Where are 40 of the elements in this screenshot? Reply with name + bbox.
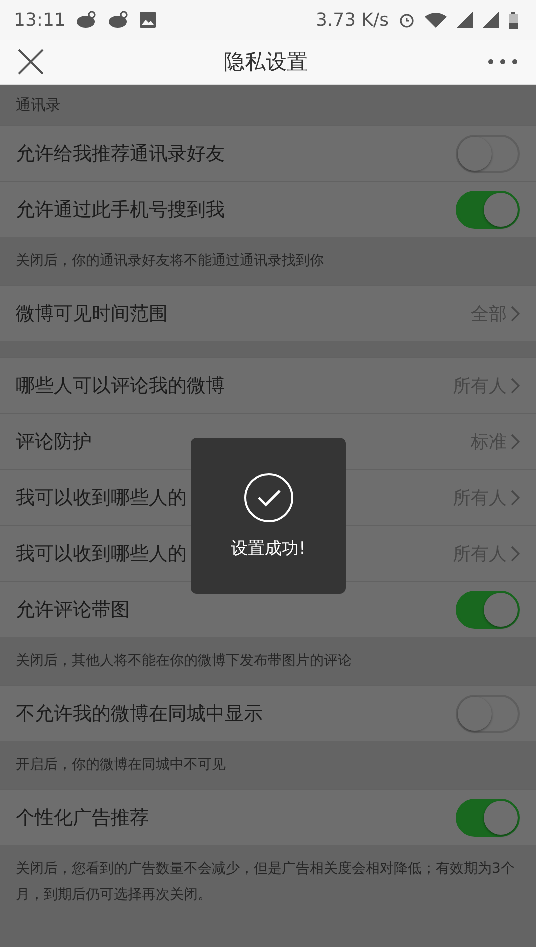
app-icon [108, 11, 130, 29]
setting-label: 允许评论带图 [16, 598, 130, 622]
toggle-switch[interactable] [456, 694, 520, 732]
chevron-icon [511, 490, 520, 506]
chevron-icon [511, 378, 520, 394]
setting-label: 不允许我的微博在同城中显示 [16, 702, 263, 726]
hint-text: 关闭后，你的通讯录好友将不能通过通讯录找到你 [15, 252, 325, 271]
setting-label: 我可以收到哪些人的 [16, 486, 187, 510]
chevron-icon [511, 434, 520, 450]
section-header: 通讯录 [16, 96, 61, 114]
toggle-switch[interactable] [456, 590, 520, 628]
image-icon [140, 12, 156, 28]
hint-text: 关闭后，您看到的广告数量不会减少，但是广告相关度会相对降低；有效期为3个月，到期后仍可选择再次关闭。 [15, 860, 516, 905]
chevron-icon [511, 546, 520, 562]
toast-message: 设置成功! [231, 538, 306, 560]
app-icon [76, 11, 98, 29]
wifi-icon [425, 12, 447, 28]
battery-icon [509, 12, 518, 28]
signal-icon [483, 12, 499, 28]
check-icon [244, 472, 294, 522]
alarm-icon [399, 12, 415, 28]
close-icon[interactable] [18, 49, 44, 75]
setting-label: 允许给我推荐通讯录好友 [16, 142, 225, 166]
network-speed: 3.73 K/s [316, 10, 389, 30]
page-title: 隐私设置 [224, 49, 308, 76]
more-icon[interactable] [488, 59, 518, 65]
hint-text: 开启后，你的微博在同城中不可见 [15, 756, 227, 775]
toggle-switch[interactable] [456, 190, 520, 228]
setting-label: 评论防护 [16, 430, 92, 454]
setting-label: 个性化广告推荐 [16, 806, 149, 830]
toggle-switch[interactable] [456, 134, 520, 172]
signal-icon [457, 12, 473, 28]
setting-label: 哪些人可以评论我的微博 [16, 374, 225, 398]
chevron-icon [511, 306, 520, 322]
setting-label: 允许通过此手机号搜到我 [16, 198, 225, 222]
setting-label: 微博可见时间范围 [16, 302, 168, 326]
toggle-switch[interactable] [456, 798, 520, 836]
hint-text: 关闭后，其他人将不能在你的微博下发布带图片的评论 [15, 652, 353, 671]
setting-label: 我可以收到哪些人的 [16, 542, 187, 566]
status-time: 13:11 [14, 10, 66, 30]
